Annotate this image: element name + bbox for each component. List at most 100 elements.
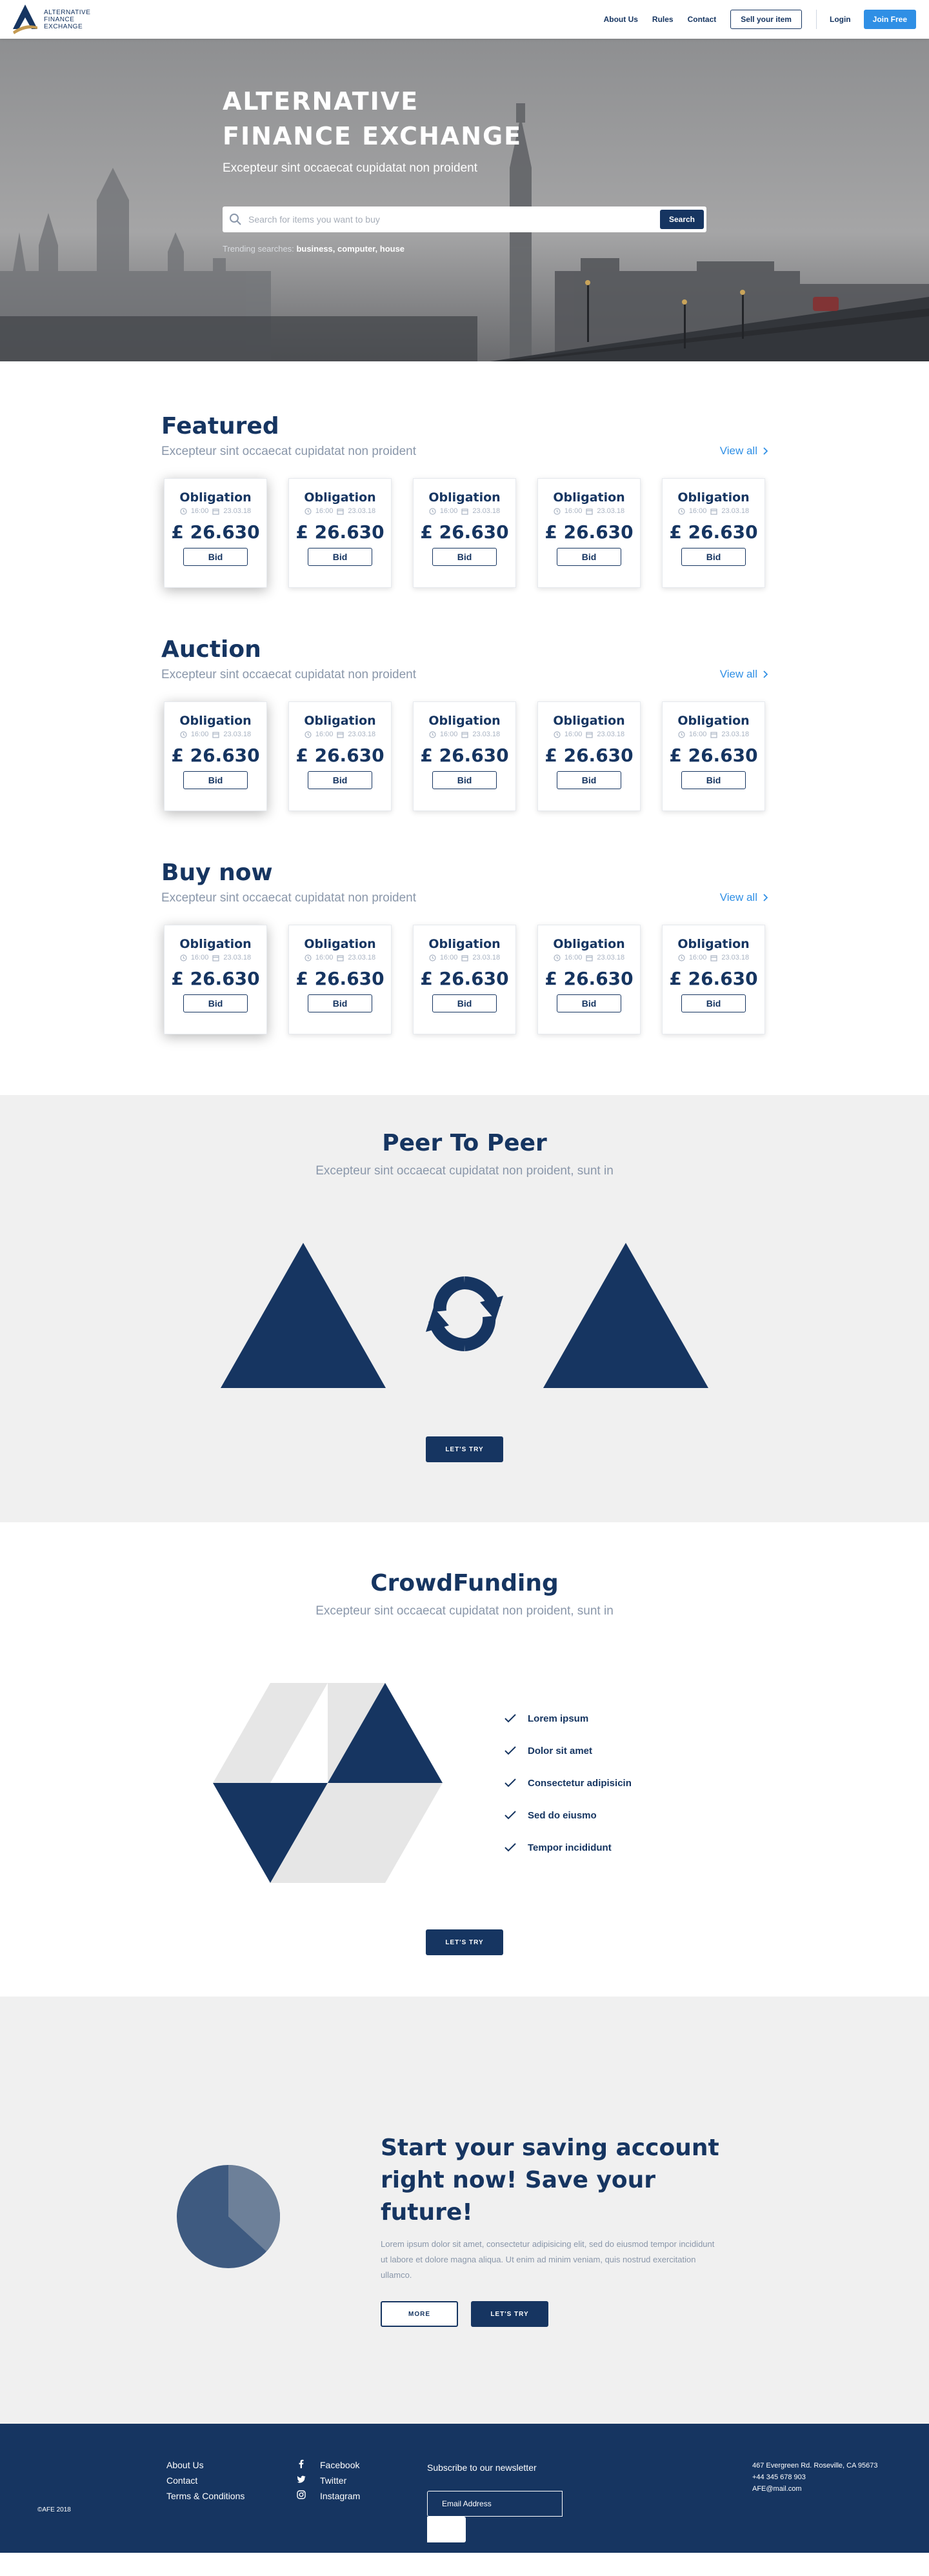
logo[interactable]: ALTERNATIVE FINANCE EXCHANGE bbox=[12, 3, 90, 35]
card-time: 16:00 bbox=[190, 954, 209, 961]
social-instagram[interactable]: Instagram bbox=[297, 2488, 360, 2504]
product-card[interactable]: Obligation 16:00 23.03.18 £ 26.630 Bid bbox=[662, 701, 765, 811]
view-all-link[interactable]: View all bbox=[720, 445, 768, 459]
bid-button[interactable]: Bid bbox=[432, 994, 497, 1012]
card-time: 16:00 bbox=[190, 730, 209, 738]
product-card[interactable]: Obligation 16:00 23.03.18 £ 26.630 Bid bbox=[413, 701, 516, 811]
footer-link-terms[interactable]: Terms & Conditions bbox=[166, 2488, 245, 2504]
bid-button[interactable]: Bid bbox=[432, 771, 497, 789]
subscribe-ok-button[interactable]: OK bbox=[427, 2517, 466, 2542]
search-button[interactable]: Search bbox=[659, 210, 704, 229]
newsletter-title: Subscribe to our newsletter bbox=[427, 2462, 537, 2473]
bid-button[interactable]: Bid bbox=[681, 548, 746, 566]
nav-divider bbox=[815, 10, 817, 29]
trending-terms[interactable]: business, computer, house bbox=[296, 244, 405, 254]
product-card[interactable]: Obligation 16:00 23.03.18 £ 26.630 Bid bbox=[662, 925, 765, 1034]
product-card[interactable]: Obligation 16:00 23.03.18 £ 26.630 Bid bbox=[164, 478, 267, 588]
bid-button[interactable]: Bid bbox=[432, 548, 497, 566]
join-free-button[interactable]: Join Free bbox=[863, 10, 916, 29]
nav-link-about[interactable]: About Us bbox=[604, 15, 638, 24]
email-field[interactable] bbox=[427, 2491, 563, 2517]
card-meta: 16:00 23.03.18 bbox=[538, 507, 640, 515]
clock-icon bbox=[678, 507, 685, 515]
bid-button[interactable]: Bid bbox=[681, 771, 746, 789]
clock-icon bbox=[429, 507, 436, 515]
footer-links: About Us Contact Terms & Conditions bbox=[166, 2457, 245, 2504]
card-price: £ 26.630 bbox=[420, 521, 509, 543]
peer-subtitle: Excepteur sint occaecat cupidatat non pr… bbox=[315, 1164, 614, 1178]
clock-icon bbox=[305, 507, 312, 515]
clock-icon bbox=[554, 730, 561, 738]
card-meta: 16:00 23.03.18 bbox=[165, 954, 266, 961]
bid-button[interactable]: Bid bbox=[308, 548, 372, 566]
more-button[interactable]: MORE bbox=[381, 2301, 458, 2327]
search-icon bbox=[230, 214, 241, 225]
clock-icon bbox=[305, 730, 312, 738]
product-card[interactable]: Obligation 16:00 23.03.18 £ 26.630 Bid bbox=[288, 478, 392, 588]
pie-illustration bbox=[177, 2165, 280, 2268]
card-date: 23.03.18 bbox=[472, 507, 501, 515]
clock-icon bbox=[180, 507, 187, 515]
bid-button[interactable]: Bid bbox=[183, 994, 248, 1012]
login-link[interactable]: Login bbox=[830, 15, 851, 24]
nav-link-rules[interactable]: Rules bbox=[652, 15, 674, 24]
clock-icon bbox=[180, 954, 187, 961]
card-price: £ 26.630 bbox=[669, 521, 758, 543]
card-price: £ 26.630 bbox=[544, 968, 634, 989]
bid-button[interactable]: Bid bbox=[183, 548, 248, 566]
product-card[interactable]: Obligation 16:00 23.03.18 £ 26.630 Bid bbox=[164, 925, 267, 1034]
product-card[interactable]: Obligation 16:00 23.03.18 £ 26.630 Bid bbox=[288, 925, 392, 1034]
check-icon bbox=[504, 1714, 516, 1723]
nav-link-contact[interactable]: Contact bbox=[688, 15, 717, 24]
instagram-icon bbox=[297, 2490, 306, 2499]
product-card[interactable]: Obligation 16:00 23.03.18 £ 26.630 Bid bbox=[413, 925, 516, 1034]
bid-button[interactable]: Bid bbox=[681, 994, 746, 1012]
email[interactable]: AFE@mail.com bbox=[752, 2483, 877, 2495]
buy-now-section: Buy now Excepteur sint occaecat cupidata… bbox=[161, 860, 768, 1034]
hero-title: ALTERNATIVE FINANCE EXCHANGE bbox=[223, 87, 523, 150]
crowd-try-button[interactable]: LET'S TRY bbox=[426, 1929, 503, 1955]
saving-try-button[interactable]: LET'S TRY bbox=[471, 2301, 548, 2327]
card-price: £ 26.630 bbox=[669, 745, 758, 766]
product-card[interactable]: Obligation 16:00 23.03.18 £ 26.630 Bid bbox=[413, 478, 516, 588]
product-card[interactable]: Obligation 16:00 23.03.18 £ 26.630 Bid bbox=[537, 925, 641, 1034]
chevron-right-icon bbox=[763, 447, 768, 455]
search-bar: Search bbox=[223, 206, 706, 232]
product-card[interactable]: Obligation 16:00 23.03.18 £ 26.630 Bid bbox=[537, 701, 641, 811]
sell-item-button[interactable]: Sell your item bbox=[730, 10, 802, 29]
bid-button[interactable]: Bid bbox=[557, 994, 621, 1012]
card-date: 23.03.18 bbox=[721, 954, 750, 961]
view-all-label: View all bbox=[719, 445, 757, 457]
product-card[interactable]: Obligation 16:00 23.03.18 £ 26.630 Bid bbox=[288, 701, 392, 811]
bid-button[interactable]: Bid bbox=[308, 994, 372, 1012]
crowd-title: CrowdFunding bbox=[370, 1570, 559, 1596]
bid-button[interactable]: Bid bbox=[308, 771, 372, 789]
product-card[interactable]: Obligation 16:00 23.03.18 £ 26.630 Bid bbox=[537, 478, 641, 588]
view-all-link[interactable]: View all bbox=[720, 891, 768, 905]
card-price: £ 26.630 bbox=[544, 521, 634, 543]
hexagon-illustration bbox=[213, 1683, 443, 1883]
peer-try-button[interactable]: LET'S TRY bbox=[426, 1436, 503, 1462]
product-card[interactable]: Obligation 16:00 23.03.18 £ 26.630 Bid bbox=[164, 701, 267, 811]
hero-subtitle: Excepteur sint occaecat cupidatat non pr… bbox=[223, 161, 478, 175]
card-time: 16:00 bbox=[564, 730, 583, 738]
social-facebook[interactable]: Facebook bbox=[297, 2457, 360, 2473]
calendar-icon bbox=[337, 731, 344, 738]
bid-button[interactable]: Bid bbox=[183, 771, 248, 789]
view-all-link[interactable]: View all bbox=[720, 668, 768, 682]
checklist-item: Dolor sit amet bbox=[504, 1735, 632, 1767]
social-label: Facebook bbox=[320, 2460, 360, 2470]
calendar-icon bbox=[586, 954, 593, 961]
search-input[interactable] bbox=[242, 214, 660, 225]
bid-button[interactable]: Bid bbox=[557, 771, 621, 789]
card-title: Obligation bbox=[179, 937, 252, 951]
card-meta: 16:00 23.03.18 bbox=[289, 730, 391, 738]
bid-button[interactable]: Bid bbox=[557, 548, 621, 566]
social-twitter[interactable]: Twitter bbox=[297, 2473, 360, 2488]
card-list: Obligation 16:00 23.03.18 £ 26.630 Bid Obliga… bbox=[161, 701, 768, 811]
clock-icon bbox=[180, 730, 187, 738]
footer-link-contact[interactable]: Contact bbox=[166, 2473, 245, 2488]
footer-link-about[interactable]: About Us bbox=[166, 2457, 245, 2473]
product-card[interactable]: Obligation 16:00 23.03.18 £ 26.630 Bid bbox=[662, 478, 765, 588]
logo-icon bbox=[13, 5, 37, 34]
